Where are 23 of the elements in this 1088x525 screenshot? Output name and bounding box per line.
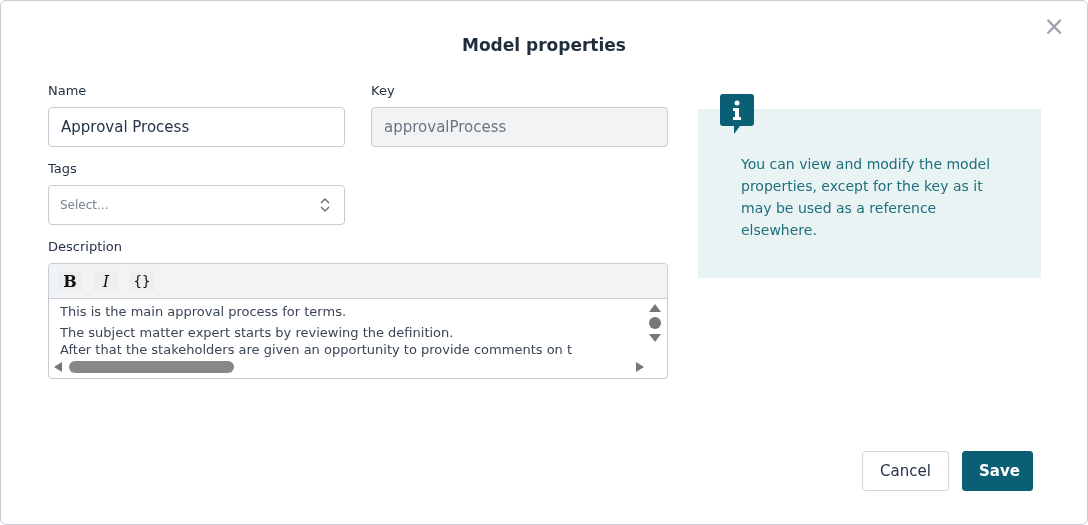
field-label: Name (48, 83, 88, 98)
cancel-button[interactable]: Cancel (862, 451, 949, 491)
text-field[interactable]: Approval Process (48, 107, 345, 147)
description-text-line: The subject matter expert starts by reviewing the definition. (60, 324, 455, 341)
info-text: You can view and modify the model properties, except for the key as it may be used as a reference elsewhere. (741, 155, 992, 240)
up-down-chevron-icon (320, 197, 330, 213)
description-text-line: This is the main approval process for terms. (60, 303, 348, 320)
scroll-up-arrow-icon[interactable] (648, 303, 662, 313)
field-label: Description (48, 239, 124, 254)
dialog-title: Model properties (462, 35, 626, 53)
scroll-thumb-icon[interactable] (649, 317, 661, 329)
save-button[interactable]: Save (962, 451, 1033, 491)
code-button[interactable]: {} (129, 271, 155, 291)
scroll-left-arrow-icon[interactable] (53, 361, 63, 373)
tags-select[interactable]: Select... (48, 185, 345, 225)
horizontal-scrollbar-thumb[interactable] (69, 361, 234, 373)
scroll-right-arrow-icon[interactable] (635, 361, 645, 373)
description-text-line: After that the stakeholders are given an opportunity to provide comments on t (60, 341, 574, 358)
field-label: Key (371, 83, 396, 98)
scroll-down-arrow-icon[interactable] (648, 333, 662, 343)
italic-button[interactable]: I (93, 271, 119, 291)
field-label: Tags (48, 161, 78, 176)
bold-button[interactable]: B (57, 271, 83, 291)
